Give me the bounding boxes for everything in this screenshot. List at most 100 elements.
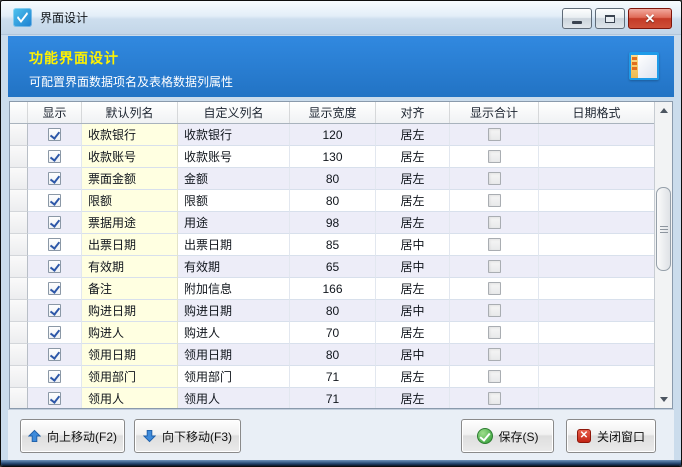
display-checkbox[interactable] (48, 370, 61, 383)
default-name-cell[interactable]: 购进日期 (82, 300, 178, 322)
display-cell[interactable] (28, 344, 82, 366)
custom-name-cell[interactable]: 购进日期 (178, 300, 290, 322)
date-format-cell[interactable] (539, 344, 654, 366)
display-cell[interactable] (28, 190, 82, 212)
row-selector[interactable] (10, 124, 28, 146)
display-checkbox[interactable] (48, 128, 61, 141)
custom-name-cell[interactable]: 限额 (178, 190, 290, 212)
show-total-cell[interactable] (450, 278, 539, 300)
row-selector[interactable] (10, 300, 28, 322)
maximize-button[interactable] (595, 8, 625, 29)
close-button[interactable]: ✕ (628, 8, 672, 29)
display-cell[interactable] (28, 278, 82, 300)
show-total-cell[interactable] (450, 256, 539, 278)
display-cell[interactable] (28, 300, 82, 322)
display-width-cell[interactable]: 98 (290, 212, 376, 234)
display-width-cell[interactable]: 80 (290, 168, 376, 190)
custom-name-cell[interactable]: 领用部门 (178, 366, 290, 388)
default-name-cell[interactable]: 有效期 (82, 256, 178, 278)
display-width-cell[interactable]: 120 (290, 124, 376, 146)
display-checkbox[interactable] (48, 304, 61, 317)
date-format-cell[interactable] (539, 190, 654, 212)
date-format-cell[interactable] (539, 366, 654, 388)
show-total-cell[interactable] (450, 146, 539, 168)
custom-name-cell[interactable]: 出票日期 (178, 234, 290, 256)
display-width-cell[interactable]: 65 (290, 256, 376, 278)
display-cell[interactable] (28, 366, 82, 388)
custom-name-cell[interactable]: 收款银行 (178, 124, 290, 146)
row-selector[interactable] (10, 190, 28, 212)
row-selector[interactable] (10, 256, 28, 278)
custom-name-cell[interactable]: 购进人 (178, 322, 290, 344)
display-width-cell[interactable]: 80 (290, 300, 376, 322)
scrollbar-thumb[interactable] (656, 187, 671, 271)
display-cell[interactable] (28, 124, 82, 146)
align-cell[interactable]: 居左 (376, 190, 450, 212)
display-cell[interactable] (28, 234, 82, 256)
row-selector[interactable] (10, 388, 28, 408)
show-total-checkbox[interactable] (488, 260, 501, 273)
display-width-cell[interactable]: 70 (290, 322, 376, 344)
display-width-cell[interactable]: 80 (290, 190, 376, 212)
display-checkbox[interactable] (48, 194, 61, 207)
default-name-cell[interactable]: 限额 (82, 190, 178, 212)
show-total-checkbox[interactable] (488, 216, 501, 229)
row-selector[interactable] (10, 344, 28, 366)
title-bar[interactable]: 界面设计 ✕ (1, 1, 681, 35)
header-align[interactable]: 对齐 (376, 102, 450, 123)
display-width-cell[interactable]: 80 (290, 344, 376, 366)
default-name-cell[interactable]: 领用人 (82, 388, 178, 408)
row-selector[interactable] (10, 278, 28, 300)
align-cell[interactable]: 居左 (376, 366, 450, 388)
header-default-name[interactable]: 默认列名 (82, 102, 178, 123)
minimize-button[interactable] (562, 8, 592, 29)
display-checkbox[interactable] (48, 238, 61, 251)
show-total-checkbox[interactable] (488, 194, 501, 207)
align-cell[interactable]: 居中 (376, 256, 450, 278)
date-format-cell[interactable] (539, 322, 654, 344)
date-format-cell[interactable] (539, 256, 654, 278)
default-name-cell[interactable]: 领用日期 (82, 344, 178, 366)
show-total-cell[interactable] (450, 234, 539, 256)
header-date-format[interactable]: 日期格式 (539, 102, 654, 123)
show-total-cell[interactable] (450, 190, 539, 212)
custom-name-cell[interactable]: 金额 (178, 168, 290, 190)
show-total-checkbox[interactable] (488, 150, 501, 163)
row-selector[interactable] (10, 146, 28, 168)
date-format-cell[interactable] (539, 234, 654, 256)
show-total-checkbox[interactable] (488, 282, 501, 295)
show-total-checkbox[interactable] (488, 128, 501, 141)
row-selector[interactable] (10, 366, 28, 388)
date-format-cell[interactable] (539, 212, 654, 234)
default-name-cell[interactable]: 收款银行 (82, 124, 178, 146)
show-total-checkbox[interactable] (488, 238, 501, 251)
display-checkbox[interactable] (48, 172, 61, 185)
show-total-cell[interactable] (450, 322, 539, 344)
scroll-up-button[interactable] (655, 102, 672, 119)
row-selector[interactable] (10, 322, 28, 344)
date-format-cell[interactable] (539, 146, 654, 168)
align-cell[interactable]: 居左 (376, 278, 450, 300)
default-name-cell[interactable]: 票面金额 (82, 168, 178, 190)
display-cell[interactable] (28, 256, 82, 278)
default-name-cell[interactable]: 备注 (82, 278, 178, 300)
show-total-checkbox[interactable] (488, 326, 501, 339)
custom-name-cell[interactable]: 收款账号 (178, 146, 290, 168)
date-format-cell[interactable] (539, 124, 654, 146)
header-custom-name[interactable]: 自定义列名 (178, 102, 290, 123)
custom-name-cell[interactable]: 领用人 (178, 388, 290, 408)
show-total-cell[interactable] (450, 168, 539, 190)
date-format-cell[interactable] (539, 278, 654, 300)
save-button[interactable]: 保存(S) (461, 419, 554, 453)
display-width-cell[interactable]: 85 (290, 234, 376, 256)
align-cell[interactable]: 居左 (376, 124, 450, 146)
custom-name-cell[interactable]: 领用日期 (178, 344, 290, 366)
align-cell[interactable]: 居中 (376, 300, 450, 322)
show-total-checkbox[interactable] (488, 370, 501, 383)
display-checkbox[interactable] (48, 260, 61, 273)
align-cell[interactable]: 居左 (376, 388, 450, 408)
default-name-cell[interactable]: 票据用途 (82, 212, 178, 234)
vertical-scrollbar[interactable] (654, 102, 672, 408)
header-display-width[interactable]: 显示宽度 (290, 102, 376, 123)
show-total-cell[interactable] (450, 388, 539, 408)
